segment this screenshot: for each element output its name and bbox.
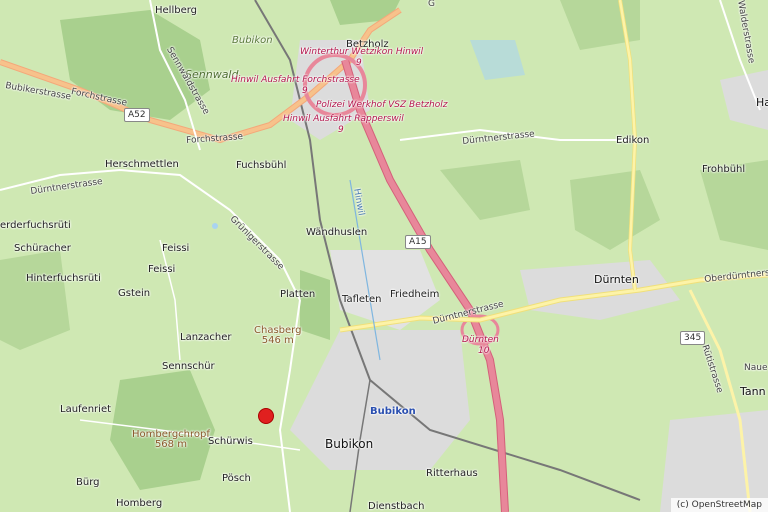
place-hinterfuchsruti: Hinterfuchsrüti [26,273,101,284]
minor-road [159,239,181,361]
road-shield-a52: A52 [124,108,150,122]
place-tafleten: Tafleten [342,294,382,305]
forest-area [0,250,70,350]
poi-interchange-rapperswil: Hinwil Ausfahrt Rapperswil [283,114,404,124]
peak-chasberg-elevation: 546 m [261,335,294,346]
forest-area [570,170,660,250]
poi-interchange-number: 10 [478,346,490,356]
urban-area [290,330,470,470]
location-marker-icon[interactable] [258,408,274,424]
map-view[interactable]: Hellberg Bubikon Sennwald Betzholz Bubik… [0,0,768,512]
forest-area [330,0,400,25]
water-pond [470,40,525,80]
place-frohbuehl: Frohbühl [702,164,746,175]
map-canvas [0,0,768,512]
place-bubikon-forest: Bubikon [232,35,273,46]
place-herschmettlen: Herschmettlen [105,159,179,170]
road-shield-a15: A15 [405,235,431,249]
place-bubikon: Bubikon [325,437,374,451]
place-dienstbach: Dienstbach [368,501,425,512]
poi-interchange-forchstrasse: Hinwil Ausfahrt Forchstrasse [231,75,360,85]
place-ritterhaus: Ritterhaus [426,468,478,479]
poi-interchange-number: 9 [338,125,344,135]
place-duernten: Dürnten [594,273,639,286]
place-homberg: Homberg [116,498,163,509]
peak-hombergchropf: Hombergchropf 568 m [132,430,210,450]
poi-interchange-number: 9 [356,58,362,68]
urban-area [660,410,768,512]
peak-chasberg: Chasberg 546 m [254,326,301,346]
poi-interchange-duernten: Dürnten [462,335,499,345]
place-feissi-b: Feissi [148,264,176,275]
road-g-top: G [428,0,435,9]
place-buerg: Bürg [76,477,100,488]
map-attribution[interactable]: (c) OpenStreetMap [670,498,768,512]
place-schuerwis: Schürwis [208,436,253,447]
peak-hombergchropf-elevation: 568 m [154,439,187,450]
poi-interchange-number: 9 [302,86,308,96]
forest-area [60,10,210,120]
place-ha: Ha [756,96,768,109]
place-friedheim: Friedheim [390,289,440,300]
place-feissi-a: Feissi [162,243,190,254]
place-lanzacher: Lanzacher [180,332,232,343]
place-wandhuslen: Wändhuslen [306,227,368,238]
place-poesch: Pösch [222,473,251,484]
poi-polizei-werkhof: Polizei Werkhof VSZ Betzholz [316,100,448,110]
place-laufenriet: Laufenriet [60,404,112,415]
place-platten: Platten [280,289,316,300]
forest-area [440,160,530,220]
road-shield-345: 345 [680,331,706,345]
place-schuracher: Schüracher [14,243,71,254]
place-fuchsbuehl: Fuchsbühl [236,160,287,171]
place-hellberg: Hellberg [155,5,198,16]
water-pond [212,223,218,229]
poi-interchange-winterthur: Winterthur Wetzikon Hinwil [300,47,424,57]
place-tann: Tann [740,385,766,398]
place-edikon: Edikon [616,135,650,146]
urban-area [520,260,680,320]
place-erderfuchsruti: erderfuchsrüti [0,220,71,231]
road-naue: Naue [744,363,768,373]
forest-area [300,270,330,340]
place-gstein: Gstein [118,288,151,299]
station-bubikon[interactable]: Bubikon [370,407,416,417]
place-sennschur: Sennschür [162,361,215,372]
